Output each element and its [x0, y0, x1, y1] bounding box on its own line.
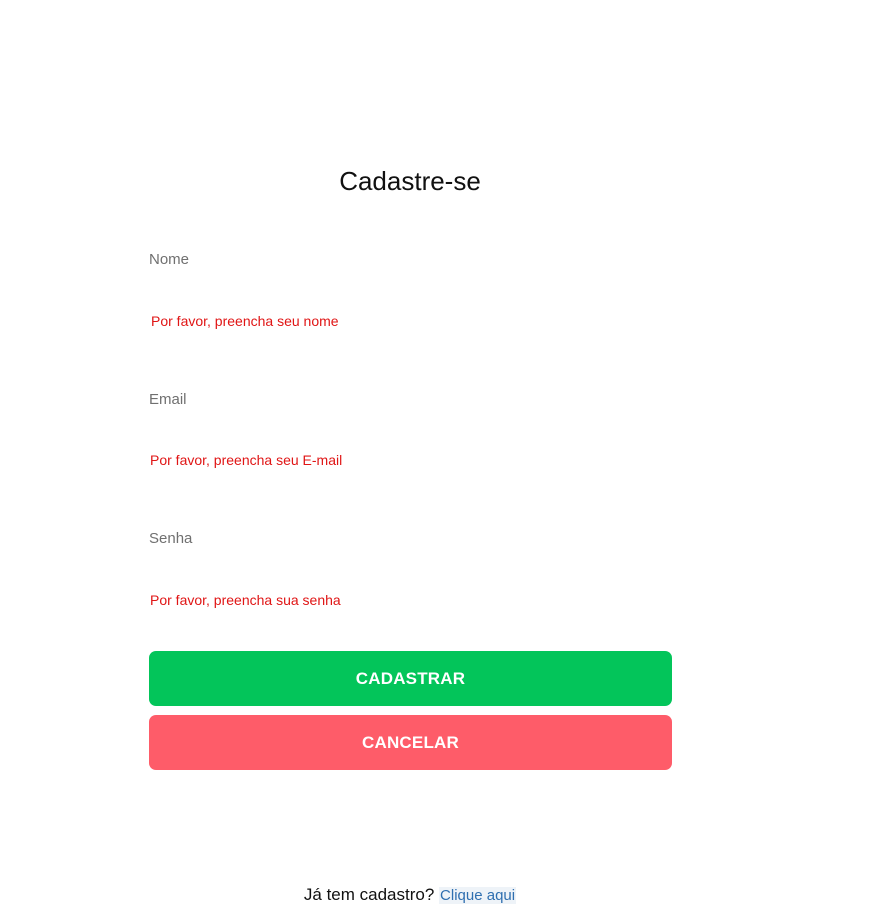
- email-field-group: Email Por favor, preencha seu E-mail: [149, 390, 672, 480]
- name-field-group: Nome Por favor, preencha seu nome: [149, 250, 672, 340]
- email-input[interactable]: [149, 414, 672, 444]
- name-label: Nome: [149, 251, 190, 268]
- register-button[interactable]: CADASTRAR: [149, 651, 672, 706]
- password-input[interactable]: [149, 553, 672, 583]
- password-error-message: Por favor, preencha sua senha: [150, 592, 341, 608]
- cancel-button[interactable]: CANCELAR: [149, 715, 672, 770]
- email-error-message: Por favor, preencha seu E-mail: [150, 452, 343, 468]
- page-title: Cadastre-se: [339, 166, 481, 196]
- login-link[interactable]: Clique aqui: [439, 887, 517, 904]
- email-label: Email: [149, 391, 187, 408]
- name-error-message: Por favor, preencha seu nome: [151, 313, 339, 329]
- name-input[interactable]: [149, 274, 672, 304]
- password-label: Senha: [149, 530, 193, 547]
- password-field-group: Senha Por favor, preencha sua senha: [149, 529, 672, 619]
- login-prompt-text: Já tem cadastro?: [303, 885, 435, 904]
- login-prompt: Já tem cadastro? Clique aqui: [0, 884, 820, 907]
